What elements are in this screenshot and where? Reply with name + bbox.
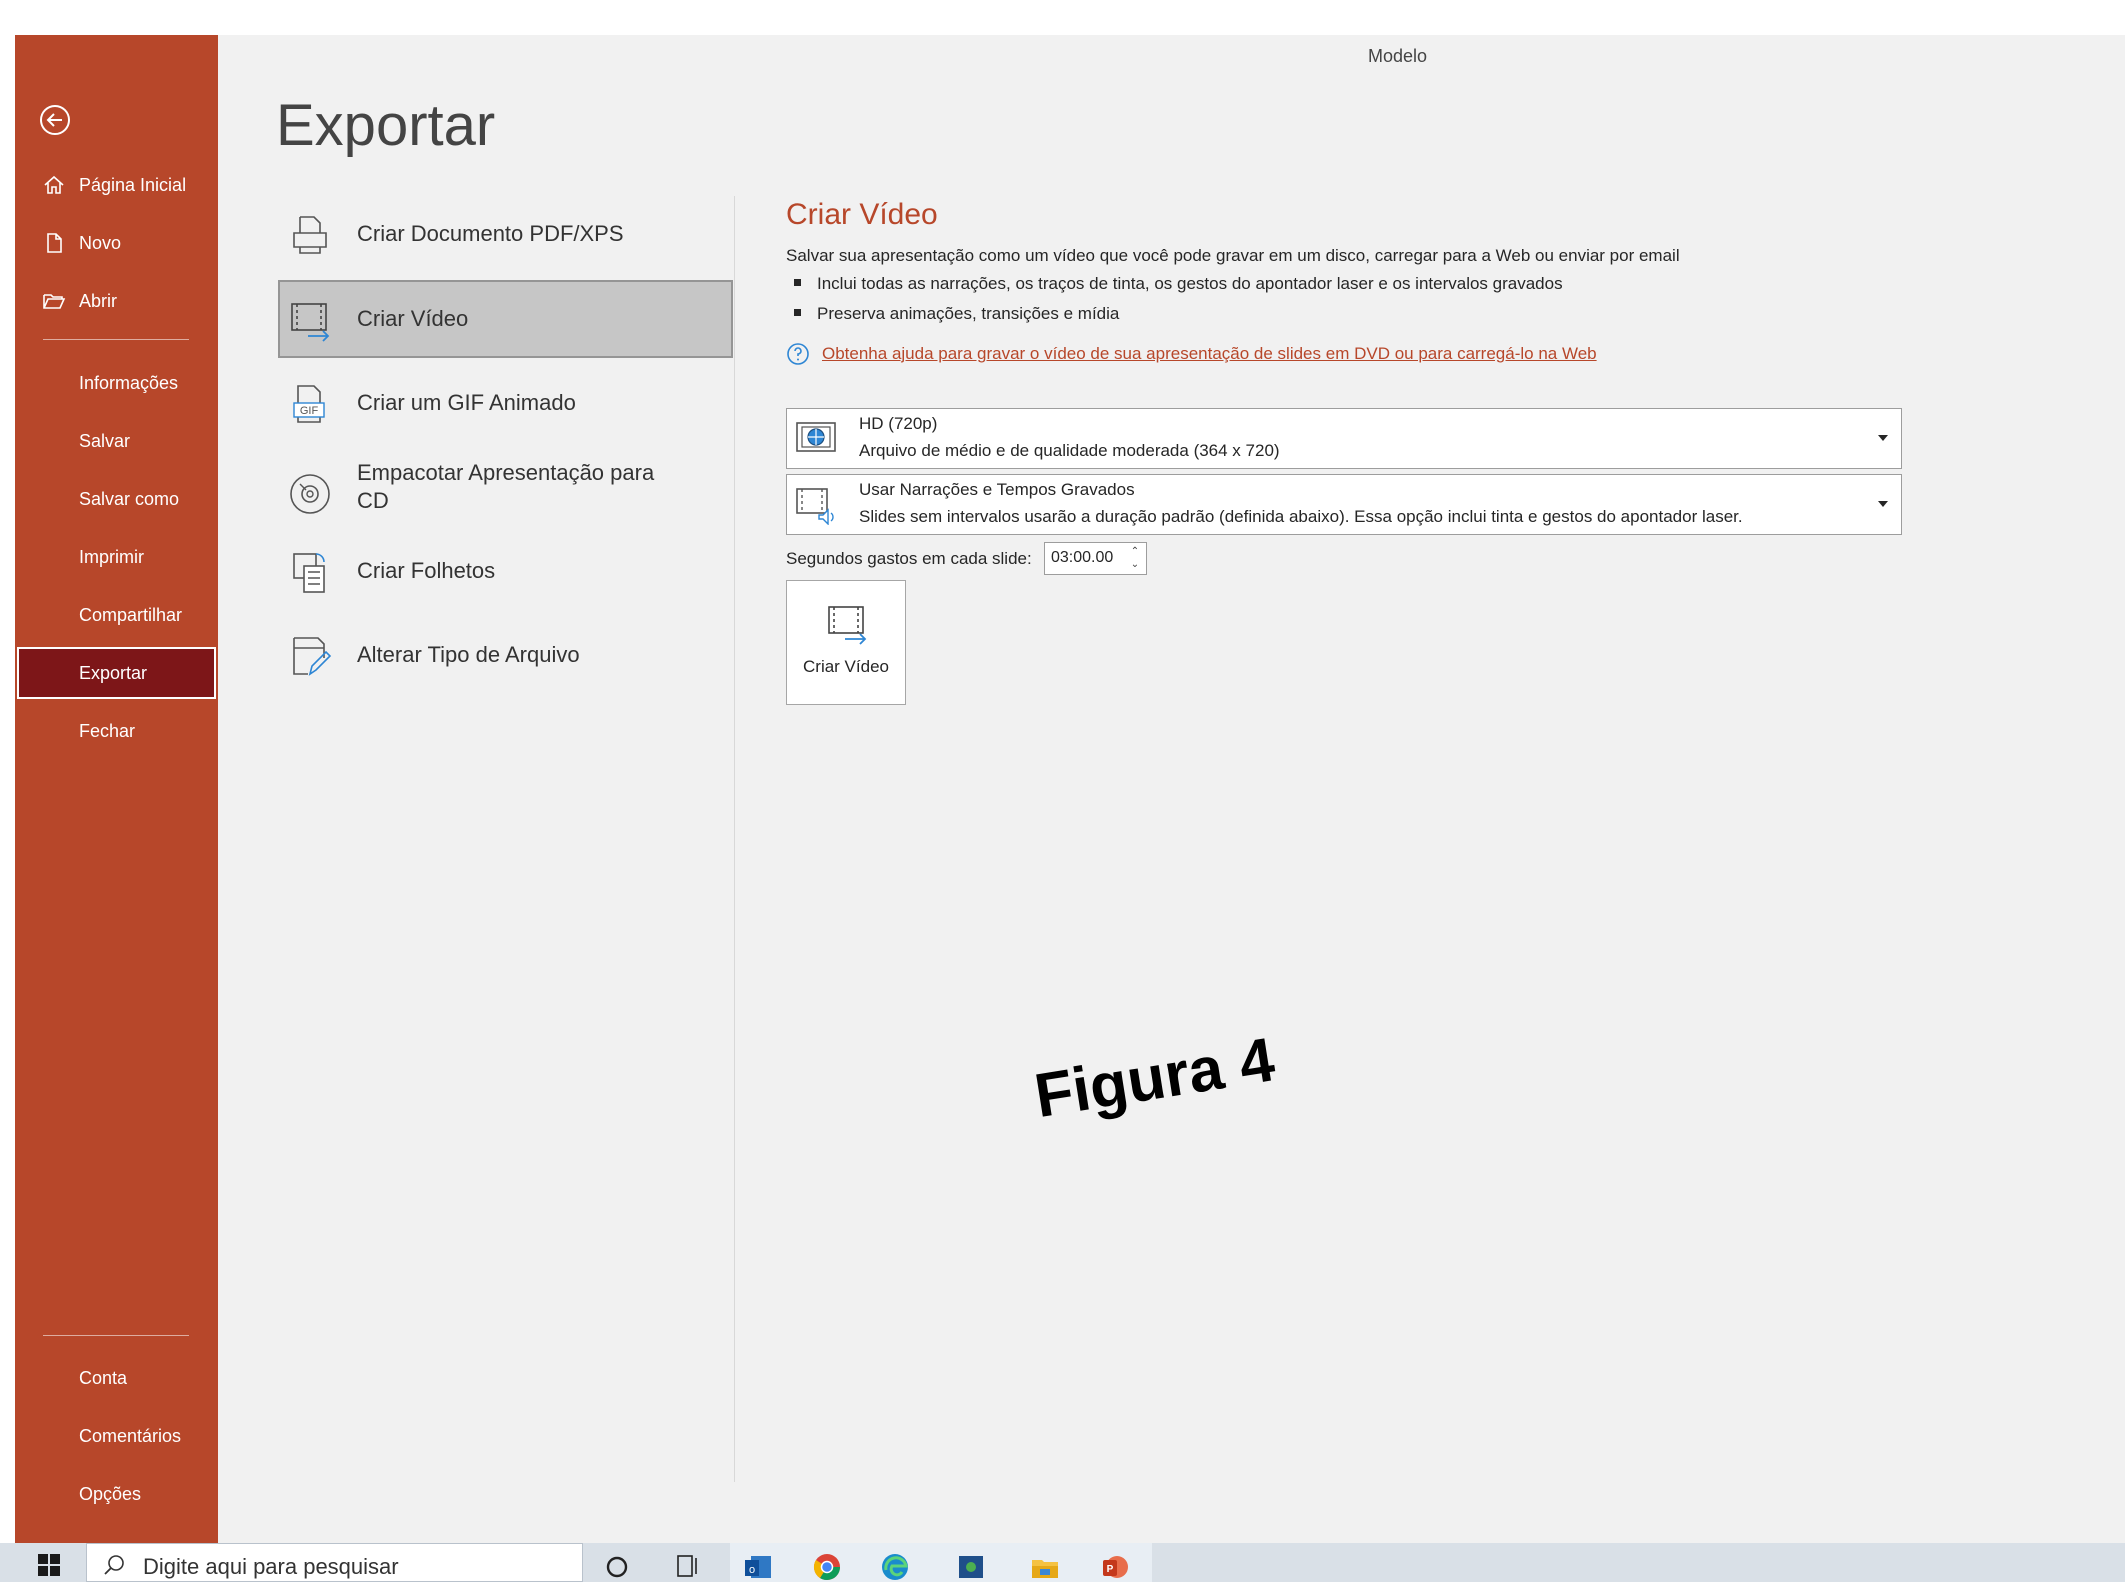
open-folder-icon (42, 289, 66, 313)
spin-down-icon[interactable]: ⌄ (1130, 559, 1140, 571)
bullet-item: Inclui todas as narrações, os traços de … (794, 274, 1563, 294)
nav-share-label: Compartilhar (79, 604, 183, 625)
handouts-icon (288, 550, 332, 594)
nav-save-as-label: Salvar como (79, 488, 180, 509)
nav-new-label: Novo (79, 232, 122, 253)
nav-open-label: Abrir (79, 290, 118, 311)
edge-icon[interactable] (880, 1552, 910, 1582)
timing-subtitle: Slides sem intervalos usarão a duração p… (859, 507, 1743, 526)
nav-export-label: Exportar (79, 662, 148, 683)
nav-print-label: Imprimir (79, 546, 144, 567)
powerpoint-icon[interactable]: P (1100, 1552, 1130, 1582)
column-divider (734, 196, 735, 1482)
file-explorer-icon[interactable] (1030, 1552, 1060, 1582)
option-label: Criar um GIF Animado (357, 390, 576, 415)
cortana-icon[interactable] (604, 1552, 634, 1582)
nav-share[interactable]: Compartilhar (15, 589, 218, 641)
option-create-video[interactable]: Criar Vídeo (278, 280, 733, 358)
document-title: Modelo (1368, 46, 1428, 66)
outlook-icon[interactable]: o (743, 1552, 773, 1582)
quality-title: HD (720p) (859, 414, 938, 433)
nav-save-label: Salvar (79, 430, 131, 451)
sidebar-divider-bottom (43, 1335, 189, 1336)
svg-text:o: o (749, 1564, 755, 1576)
svg-text:P: P (1107, 1564, 1114, 1575)
nav-open[interactable]: Abrir (15, 275, 218, 327)
option-label: Empacotar Apresentação para CD (357, 460, 655, 513)
svg-text:GIF: GIF (300, 405, 319, 417)
option-create-pdf[interactable]: Criar Documento PDF/XPS (278, 195, 733, 273)
nav-feedback-label: Comentários (79, 1425, 182, 1446)
nav-home-label: Página Inicial (79, 174, 187, 195)
sidebar-divider (43, 339, 189, 340)
nav-save-as[interactable]: Salvar como (15, 473, 218, 525)
taskbar-app-area: o P (730, 1543, 1152, 1582)
help-link[interactable]: Obtenha ajuda para gravar o vídeo de sua… (822, 344, 1597, 364)
hd-monitor-icon (795, 419, 837, 459)
create-video-button-label: Criar Vídeo (803, 657, 889, 676)
bullet-item: Preserva animações, transições e mídia (794, 304, 1119, 324)
narration-icon (795, 485, 837, 526)
photo-app-icon[interactable] (956, 1552, 986, 1582)
nav-home[interactable]: Página Inicial (15, 159, 218, 211)
quality-dropdown[interactable]: HD (720p) Arquivo de médio e de qualidad… (786, 408, 1902, 469)
bullet-text: Inclui todas as narrações, os traços de … (817, 274, 1563, 293)
option-change-file-type[interactable]: Alterar Tipo de Arquivo (278, 616, 733, 694)
spin-up-icon[interactable]: ⌃ (1130, 546, 1140, 558)
option-label: Alterar Tipo de Arquivo (357, 642, 580, 667)
gif-icon: GIF (288, 382, 332, 426)
chevron-down-icon (1878, 435, 1888, 441)
option-label: Criar Folhetos (357, 558, 496, 583)
change-file-type-icon (288, 634, 332, 678)
quality-subtitle: Arquivo de médio e de qualidade moderada… (859, 441, 1280, 460)
cd-icon (288, 472, 332, 516)
video-icon (825, 603, 869, 647)
bullet-marker (794, 279, 801, 287)
nav-export[interactable]: Exportar (17, 647, 216, 699)
nav-close-label: Fechar (79, 720, 136, 741)
windows-start-icon[interactable] (38, 1554, 60, 1576)
video-panel-description: Salvar sua apresentação como um vídeo qu… (786, 246, 1680, 265)
back-arrow-icon[interactable] (38, 103, 72, 137)
pdf-printer-icon (288, 213, 332, 257)
page-title: Exportar (276, 93, 496, 158)
help-question-icon (786, 342, 810, 366)
backstage-sidebar: Página Inicial Novo Abrir Informações Sa… (15, 35, 218, 1544)
chevron-down-icon (1878, 501, 1888, 507)
nav-feedback[interactable]: Comentários (15, 1410, 218, 1462)
nav-close[interactable]: Fechar (15, 705, 218, 757)
new-document-icon (42, 231, 66, 255)
home-icon (42, 173, 66, 197)
nav-options[interactable]: Opções (15, 1468, 218, 1520)
video-panel-title: Criar Vídeo (786, 198, 938, 231)
nav-print[interactable]: Imprimir (15, 531, 218, 583)
timing-dropdown[interactable]: Usar Narrações e Tempos Gravados Slides … (786, 474, 1902, 535)
option-package-cd[interactable]: Empacotar Apresentação para CD (278, 448, 733, 540)
option-label: Criar Documento PDF/XPS (357, 221, 624, 246)
create-video-button[interactable]: Criar Vídeo (786, 580, 906, 705)
nav-info[interactable]: Informações (15, 357, 218, 409)
nav-save[interactable]: Salvar (15, 415, 218, 467)
search-icon (103, 1554, 125, 1576)
nav-options-label: Opções (79, 1483, 142, 1504)
option-label: Criar Vídeo (357, 306, 469, 331)
seconds-label: Segundos gastos em cada slide: (786, 549, 1032, 568)
option-create-gif[interactable]: GIF Criar um GIF Animado (278, 364, 733, 442)
task-view-icon[interactable] (674, 1552, 704, 1582)
windows-taskbar: Digite aqui para pesquisar o P (0, 1543, 2125, 1582)
taskbar-search-box[interactable]: Digite aqui para pesquisar (86, 1543, 583, 1582)
seconds-spinner[interactable]: ⌃ ⌄ (1044, 542, 1147, 575)
video-icon (288, 298, 332, 342)
nav-account[interactable]: Conta (15, 1352, 218, 1404)
chrome-icon[interactable] (812, 1552, 842, 1582)
bullet-text: Preserva animações, transições e mídia (817, 304, 1120, 323)
nav-info-label: Informações (79, 372, 179, 393)
timing-title: Usar Narrações e Tempos Gravados (859, 480, 1135, 499)
option-create-handouts[interactable]: Criar Folhetos (278, 532, 733, 610)
nav-new[interactable]: Novo (15, 217, 218, 269)
nav-account-label: Conta (79, 1367, 128, 1388)
taskbar-search-placeholder: Digite aqui para pesquisar (143, 1554, 399, 1579)
bullet-marker (794, 309, 801, 317)
seconds-input[interactable] (1051, 548, 1121, 568)
